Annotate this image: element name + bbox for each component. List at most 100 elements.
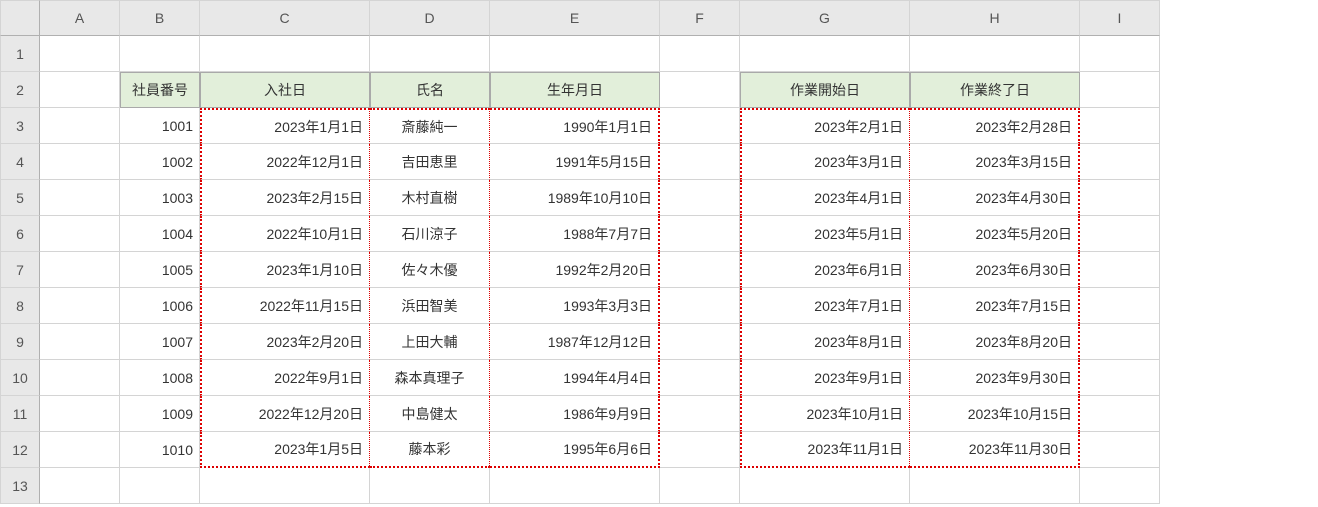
cell[interactable] xyxy=(1080,252,1160,288)
cell-dob[interactable]: 1993年3月3日 xyxy=(490,288,660,324)
cell-start[interactable]: 2023年6月1日 xyxy=(740,252,910,288)
cell-start[interactable]: 2023年3月1日 xyxy=(740,144,910,180)
cell[interactable] xyxy=(1080,396,1160,432)
cell-end[interactable]: 2023年3月15日 xyxy=(910,144,1080,180)
cell[interactable] xyxy=(40,72,120,108)
cell-name[interactable]: 浜田智美 xyxy=(370,288,490,324)
cell-empno[interactable]: 1004 xyxy=(120,216,200,252)
cell-name[interactable]: 木村直樹 xyxy=(370,180,490,216)
cell[interactable] xyxy=(1080,108,1160,144)
cell-end[interactable]: 2023年7月15日 xyxy=(910,288,1080,324)
row-header-8[interactable]: 8 xyxy=(0,288,40,324)
cell[interactable] xyxy=(1080,72,1160,108)
cell[interactable] xyxy=(660,108,740,144)
cell[interactable] xyxy=(40,468,120,504)
row-header-13[interactable]: 13 xyxy=(0,468,40,504)
col-header-A[interactable]: A xyxy=(40,0,120,36)
cell[interactable] xyxy=(660,360,740,396)
cell[interactable] xyxy=(1080,360,1160,396)
cell-name[interactable]: 藤本彩 xyxy=(370,432,490,468)
cell-empno[interactable]: 1005 xyxy=(120,252,200,288)
cell-hire[interactable]: 2022年12月1日 xyxy=(200,144,370,180)
cell-empno[interactable]: 1006 xyxy=(120,288,200,324)
cell[interactable] xyxy=(200,36,370,72)
row-header-6[interactable]: 6 xyxy=(0,216,40,252)
cell-end[interactable]: 2023年8月20日 xyxy=(910,324,1080,360)
col-header-E[interactable]: E xyxy=(490,0,660,36)
cell-hire[interactable]: 2022年10月1日 xyxy=(200,216,370,252)
cell[interactable] xyxy=(490,468,660,504)
row-header-1[interactable]: 1 xyxy=(0,36,40,72)
col-header-I[interactable]: I xyxy=(1080,0,1160,36)
cell[interactable] xyxy=(40,288,120,324)
row-header-10[interactable]: 10 xyxy=(0,360,40,396)
cell-end[interactable]: 2023年10月15日 xyxy=(910,396,1080,432)
cell[interactable] xyxy=(40,216,120,252)
cell[interactable] xyxy=(40,360,120,396)
cell-dob[interactable]: 1989年10月10日 xyxy=(490,180,660,216)
cell-empno[interactable]: 1008 xyxy=(120,360,200,396)
cell[interactable] xyxy=(910,36,1080,72)
cell[interactable] xyxy=(740,468,910,504)
cell-end[interactable]: 2023年9月30日 xyxy=(910,360,1080,396)
cell-dob[interactable]: 1991年5月15日 xyxy=(490,144,660,180)
cell-name[interactable]: 斎藤純一 xyxy=(370,108,490,144)
cell-start[interactable]: 2023年10月1日 xyxy=(740,396,910,432)
cell[interactable] xyxy=(660,288,740,324)
cell-name[interactable]: 吉田恵里 xyxy=(370,144,490,180)
col-header-D[interactable]: D xyxy=(370,0,490,36)
cell-empno[interactable]: 1010 xyxy=(120,432,200,468)
cell-hire[interactable]: 2023年2月20日 xyxy=(200,324,370,360)
col-header-F[interactable]: F xyxy=(660,0,740,36)
cell[interactable] xyxy=(1080,36,1160,72)
cell[interactable] xyxy=(120,468,200,504)
cell[interactable] xyxy=(40,36,120,72)
cell-end[interactable]: 2023年6月30日 xyxy=(910,252,1080,288)
cell[interactable] xyxy=(40,396,120,432)
cell[interactable] xyxy=(660,432,740,468)
cell-dob[interactable]: 1987年12月12日 xyxy=(490,324,660,360)
cell[interactable] xyxy=(490,36,660,72)
cell[interactable] xyxy=(370,468,490,504)
cell[interactable] xyxy=(120,36,200,72)
cell[interactable] xyxy=(660,180,740,216)
cell-name[interactable]: 森本真理子 xyxy=(370,360,490,396)
cell-hire[interactable]: 2022年12月20日 xyxy=(200,396,370,432)
row-header-12[interactable]: 12 xyxy=(0,432,40,468)
col-header-B[interactable]: B xyxy=(120,0,200,36)
cell-end[interactable]: 2023年4月30日 xyxy=(910,180,1080,216)
cell[interactable] xyxy=(1080,468,1160,504)
cell-dob[interactable]: 1990年1月1日 xyxy=(490,108,660,144)
cell-empno[interactable]: 1003 xyxy=(120,180,200,216)
cell[interactable] xyxy=(40,432,120,468)
cell-end[interactable]: 2023年11月30日 xyxy=(910,432,1080,468)
cell[interactable] xyxy=(40,108,120,144)
cell[interactable] xyxy=(660,144,740,180)
cell-dob[interactable]: 1988年7月7日 xyxy=(490,216,660,252)
cell-start[interactable]: 2023年5月1日 xyxy=(740,216,910,252)
cell-hire[interactable]: 2022年11月15日 xyxy=(200,288,370,324)
cell-hire[interactable]: 2023年1月1日 xyxy=(200,108,370,144)
cell-empno[interactable]: 1009 xyxy=(120,396,200,432)
cell-start[interactable]: 2023年9月1日 xyxy=(740,360,910,396)
cell[interactable] xyxy=(660,216,740,252)
cell[interactable] xyxy=(660,252,740,288)
cell-start[interactable]: 2023年7月1日 xyxy=(740,288,910,324)
row-header-7[interactable]: 7 xyxy=(0,252,40,288)
cell[interactable] xyxy=(40,180,120,216)
cell[interactable] xyxy=(1080,288,1160,324)
cell-start[interactable]: 2023年4月1日 xyxy=(740,180,910,216)
row-header-2[interactable]: 2 xyxy=(0,72,40,108)
col-header-G[interactable]: G xyxy=(740,0,910,36)
cell-start[interactable]: 2023年11月1日 xyxy=(740,432,910,468)
cell-empno[interactable]: 1002 xyxy=(120,144,200,180)
cell-name[interactable]: 佐々木優 xyxy=(370,252,490,288)
cell-dob[interactable]: 1992年2月20日 xyxy=(490,252,660,288)
cell[interactable] xyxy=(740,36,910,72)
cell-hire[interactable]: 2022年9月1日 xyxy=(200,360,370,396)
col-header-H[interactable]: H xyxy=(910,0,1080,36)
cell[interactable] xyxy=(1080,432,1160,468)
cell-empno[interactable]: 1001 xyxy=(120,108,200,144)
cell[interactable] xyxy=(40,144,120,180)
row-header-5[interactable]: 5 xyxy=(0,180,40,216)
